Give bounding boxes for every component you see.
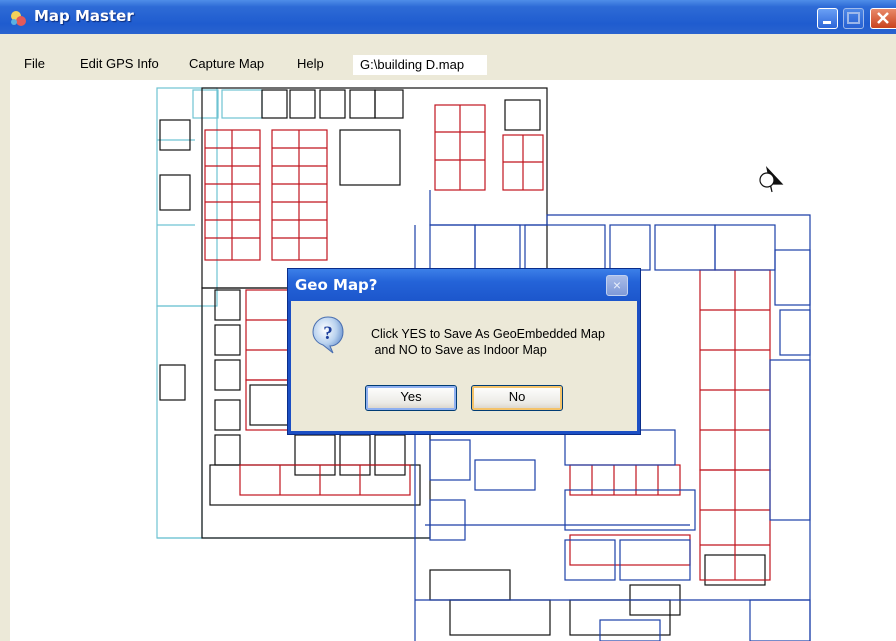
menu-help[interactable]: Help [297, 56, 324, 71]
dialog-close-button[interactable]: × [606, 275, 628, 296]
question-icon: ? [312, 316, 344, 354]
north-arrow [759, 166, 784, 193]
minimize-button[interactable] [817, 8, 838, 29]
app-window: Map Master File Edit GPS Info Capture Ma… [0, 0, 896, 641]
menu-edit-gps-info[interactable]: Edit GPS Info [80, 56, 159, 71]
close-icon [877, 12, 889, 24]
no-button[interactable]: No [471, 385, 563, 411]
maximize-button[interactable] [843, 8, 864, 29]
title-bar[interactable]: Map Master [0, 0, 896, 34]
menu-capture-map[interactable]: Capture Map [189, 56, 264, 71]
menu-file[interactable]: File [24, 56, 45, 71]
dialog-title-bar[interactable]: Geo Map? × [288, 269, 640, 301]
geo-map-dialog: Geo Map? × ? Click YES to Save As GeoEmb… [288, 269, 640, 434]
maximize-icon [847, 12, 860, 24]
window-title: Map Master [34, 7, 134, 25]
dialog-message: Click YES to Save As GeoEmbedded Map and… [371, 327, 605, 357]
map-app-icon [11, 11, 26, 26]
close-icon: × [612, 277, 622, 293]
svg-text:?: ? [323, 323, 333, 344]
close-button[interactable] [870, 8, 896, 29]
dialog-title: Geo Map? [295, 276, 378, 294]
minimize-icon [823, 21, 831, 24]
current-file-path: G:\building D.map [353, 55, 487, 75]
yes-button[interactable]: Yes [365, 385, 457, 411]
